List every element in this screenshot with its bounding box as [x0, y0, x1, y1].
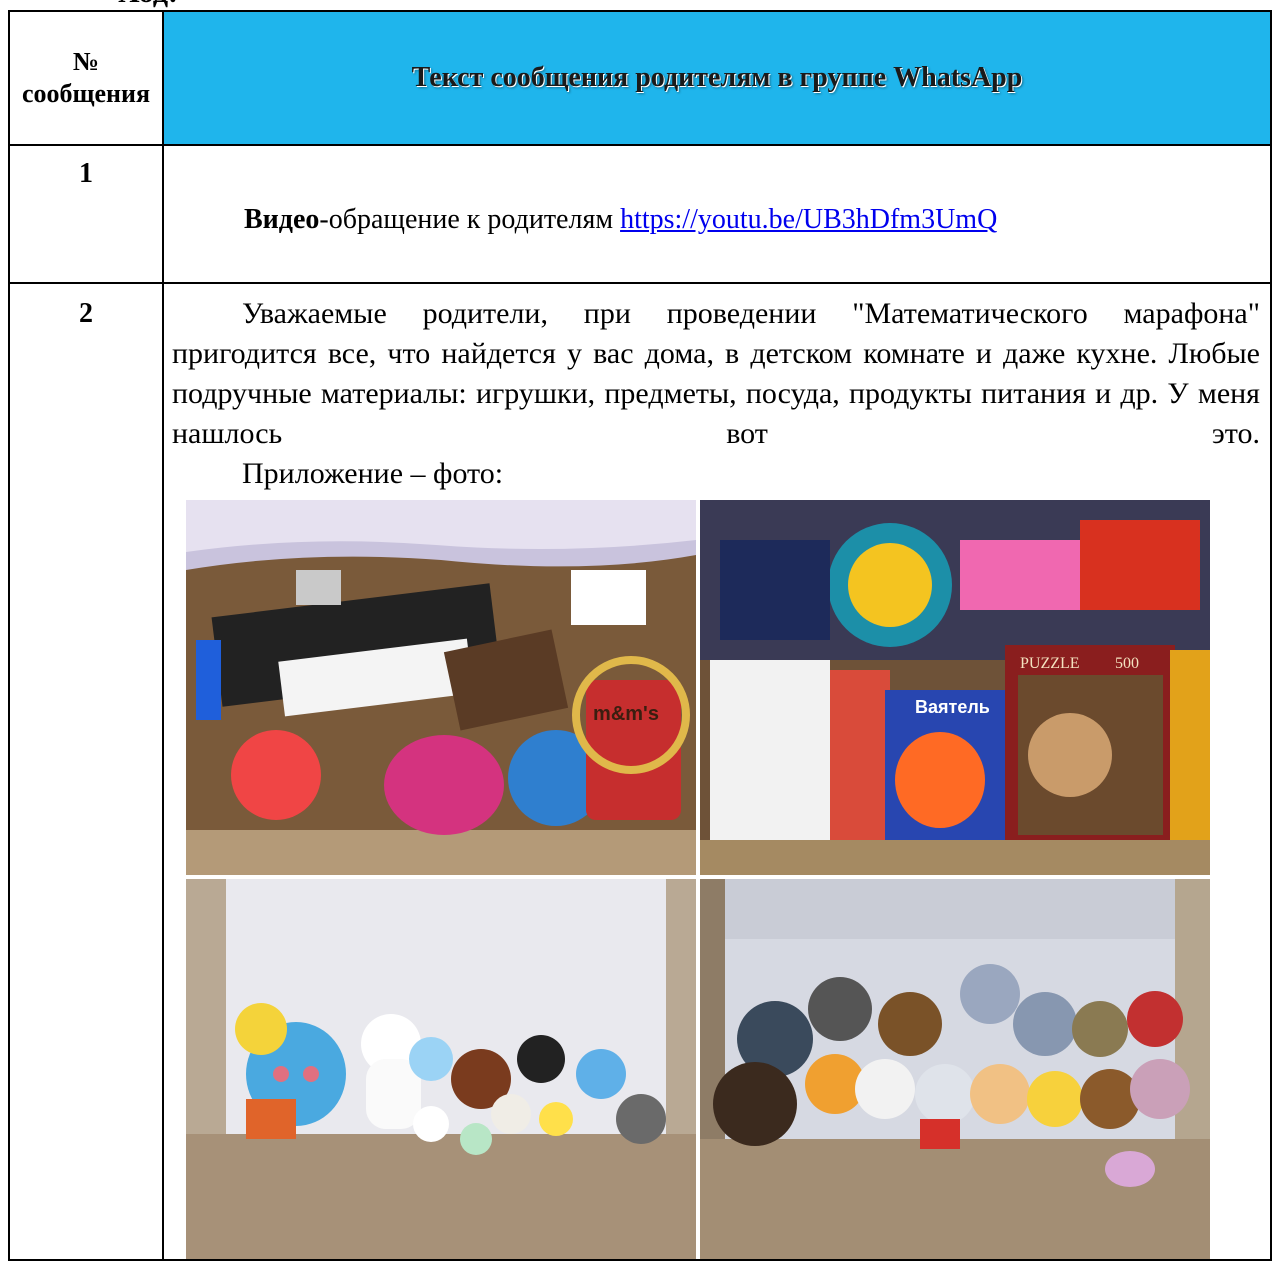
message-paragraph: Уважаемые родители, при проведении "Мате… [172, 297, 1260, 450]
youtube-link[interactable]: https://youtu.be/UB3hDfm3UmQ [620, 204, 997, 235]
photo-board-games[interactable]: Ваятель PUZZLE 500 [700, 500, 1210, 875]
table-row: 2 Уважаемые родители, при проведении "Ма… [8, 282, 1272, 1261]
puzzle-count-text: 500 [1115, 655, 1139, 672]
video-word: Видео [244, 204, 320, 235]
row-number-2: 2 [8, 282, 164, 1261]
row-number-1: 1 [8, 144, 164, 284]
row-text-2: Уважаемые родители, при проведении "Мате… [162, 282, 1272, 1261]
table-row: 1 Видео-обращение к родителям https://yo… [8, 144, 1272, 284]
mm-logo-text: m&m's [593, 703, 659, 725]
page-fragment-heading: Ход: [118, 0, 178, 8]
row-text-1: Видео-обращение к родителям https://yout… [162, 144, 1272, 284]
vayatel-text: Ваятель [915, 697, 990, 717]
photo-plush-shelf-small[interactable] [186, 879, 696, 1259]
video-appeal-text: -обращение к родителям [319, 204, 621, 235]
photo-plush-shelf-large[interactable] [700, 879, 1210, 1259]
puzzle-text: PUZZLE [1020, 655, 1080, 672]
table-header-row: № сообщения Текст сообщения родителям в … [8, 10, 1272, 146]
messages-table: № сообщения Текст сообщения родителям в … [8, 10, 1272, 1261]
header-text-cell: Текст сообщения родителям в группе Whats… [162, 10, 1272, 146]
photo-grid: m&m's Ваятель PUZZLE 500 [186, 500, 1260, 1259]
photo-toy-drawer[interactable]: m&m's [186, 500, 696, 875]
attachment-label: Приложение – фото: [242, 457, 504, 490]
header-number-cell: № сообщения [8, 10, 164, 146]
